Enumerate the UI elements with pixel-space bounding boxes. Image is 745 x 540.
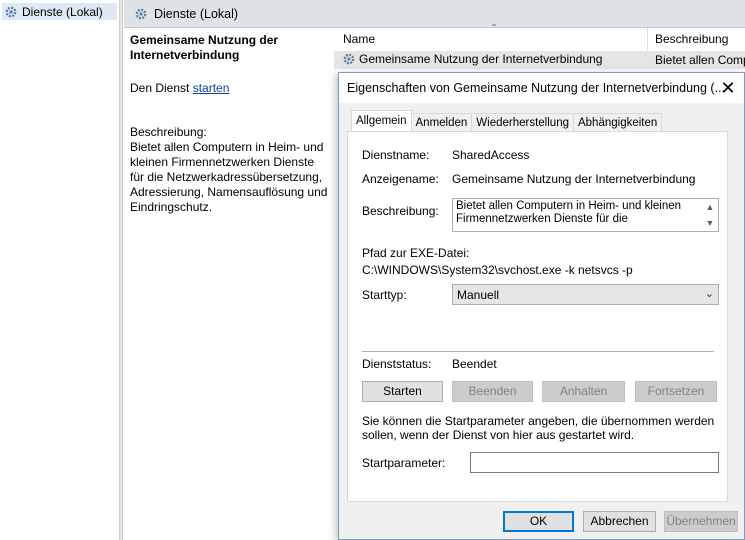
resume-button[interactable]: Fortsetzen [635, 381, 717, 402]
tree-item-label: Dienste (Lokal) [22, 4, 103, 19]
dialog-title: Eigenschaften von Gemeinsame Nutzung der… [347, 81, 725, 95]
start-prefix: Den Dienst [130, 81, 193, 95]
start-params-label: Startparameter: [362, 456, 446, 470]
pane-header: Dienste (Lokal) [124, 0, 745, 28]
pause-button[interactable]: Anhalten [542, 381, 625, 402]
tab-wiederherstellung[interactable]: Wiederherstellung [471, 113, 574, 131]
stop-button[interactable]: Beenden [452, 381, 533, 402]
gear-icon [343, 53, 355, 65]
start-service-line: Den Dienst starten [130, 81, 330, 96]
display-name-label: Anzeigename: [362, 172, 439, 186]
start-params-input[interactable] [470, 452, 719, 473]
start-type-select[interactable]: Manuell ⌄ [452, 284, 719, 305]
exe-path-value: C:\WINDOWS\System32\svchost.exe -k netsv… [362, 263, 633, 277]
gear-icon [5, 6, 17, 17]
ok-button[interactable]: OK [503, 511, 574, 532]
close-icon[interactable]: ✕ [718, 78, 738, 98]
tree-item-services-local[interactable]: Dienste (Lokal) [2, 3, 117, 20]
pane-splitter[interactable] [119, 0, 123, 540]
list-item[interactable]: Gemeinsame Nutzung der Internetverbindun… [334, 51, 745, 69]
exe-path-label: Pfad zur EXE-Datei: [362, 246, 470, 260]
service-name-label: Dienstname: [362, 148, 430, 162]
description-field-label: Beschreibung: [362, 204, 439, 218]
column-header-description[interactable]: Beschreibung [648, 28, 745, 50]
service-description-panel: Gemeinsame Nutzung der Internetverbindun… [130, 33, 330, 215]
list-item-name-cell: Gemeinsame Nutzung der Internetverbindun… [342, 52, 602, 66]
start-type-value: Manuell [457, 287, 500, 302]
cancel-button[interactable]: Abbrechen [583, 511, 656, 532]
list-item-name: Gemeinsame Nutzung der Internetverbindun… [359, 52, 603, 66]
list-item-description: Bietet allen Comp [655, 53, 745, 67]
start-button[interactable]: Starten [362, 381, 443, 402]
scroll-up-icon[interactable]: ▲ [702, 199, 718, 215]
apply-button[interactable]: Übernehmen [664, 511, 738, 532]
description-text: Bietet allen Computern in Heim- und klei… [130, 140, 328, 214]
service-status-label: Dienststatus: [362, 357, 432, 371]
chevron-down-icon: ⌄ [704, 288, 714, 300]
column-header-name[interactable]: Name [334, 28, 648, 50]
dialog-tabs: Allgemein Anmelden Wiederherstellung Abh… [351, 110, 663, 131]
tab-anmelden[interactable]: Anmelden [410, 113, 473, 131]
tab-abhaengigkeiten[interactable]: Abhängigkeiten [572, 113, 663, 131]
divider [362, 351, 714, 352]
description-field[interactable]: Bietet allen Computern in Heim- und klei… [452, 198, 719, 232]
list-header: ⌃ Name Beschreibung [334, 23, 745, 50]
start-type-label: Starttyp: [362, 288, 407, 302]
tab-allgemein[interactable]: Allgemein [351, 110, 412, 131]
service-title: Gemeinsame Nutzung der Internetverbindun… [130, 33, 279, 62]
scroll-down-icon[interactable]: ▼ [702, 215, 718, 231]
pane-header-title: Dienste (Lokal) [154, 6, 239, 21]
description-label: Beschreibung: [130, 125, 207, 139]
description-scrollbar[interactable]: ▲ ▼ [702, 199, 718, 231]
services-tree: Dienste (Lokal) [0, 0, 119, 540]
start-service-link[interactable]: starten [193, 81, 230, 95]
display-name-value: Gemeinsame Nutzung der Internetverbindun… [452, 172, 696, 186]
tab-page-general: Dienstname: SharedAccess Anzeigename: Ge… [347, 131, 728, 502]
service-name-value: SharedAccess [452, 148, 530, 162]
properties-dialog: Eigenschaften von Gemeinsame Nutzung der… [338, 72, 745, 540]
dialog-titlebar[interactable]: Eigenschaften von Gemeinsame Nutzung der… [339, 73, 744, 103]
service-status-value: Beendet [452, 357, 497, 371]
description-field-text: Bietet allen Computern in Heim- und klei… [456, 200, 682, 225]
start-params-hint: Sie können die Startparameter angeben, d… [362, 414, 715, 442]
gear-icon [135, 8, 147, 19]
